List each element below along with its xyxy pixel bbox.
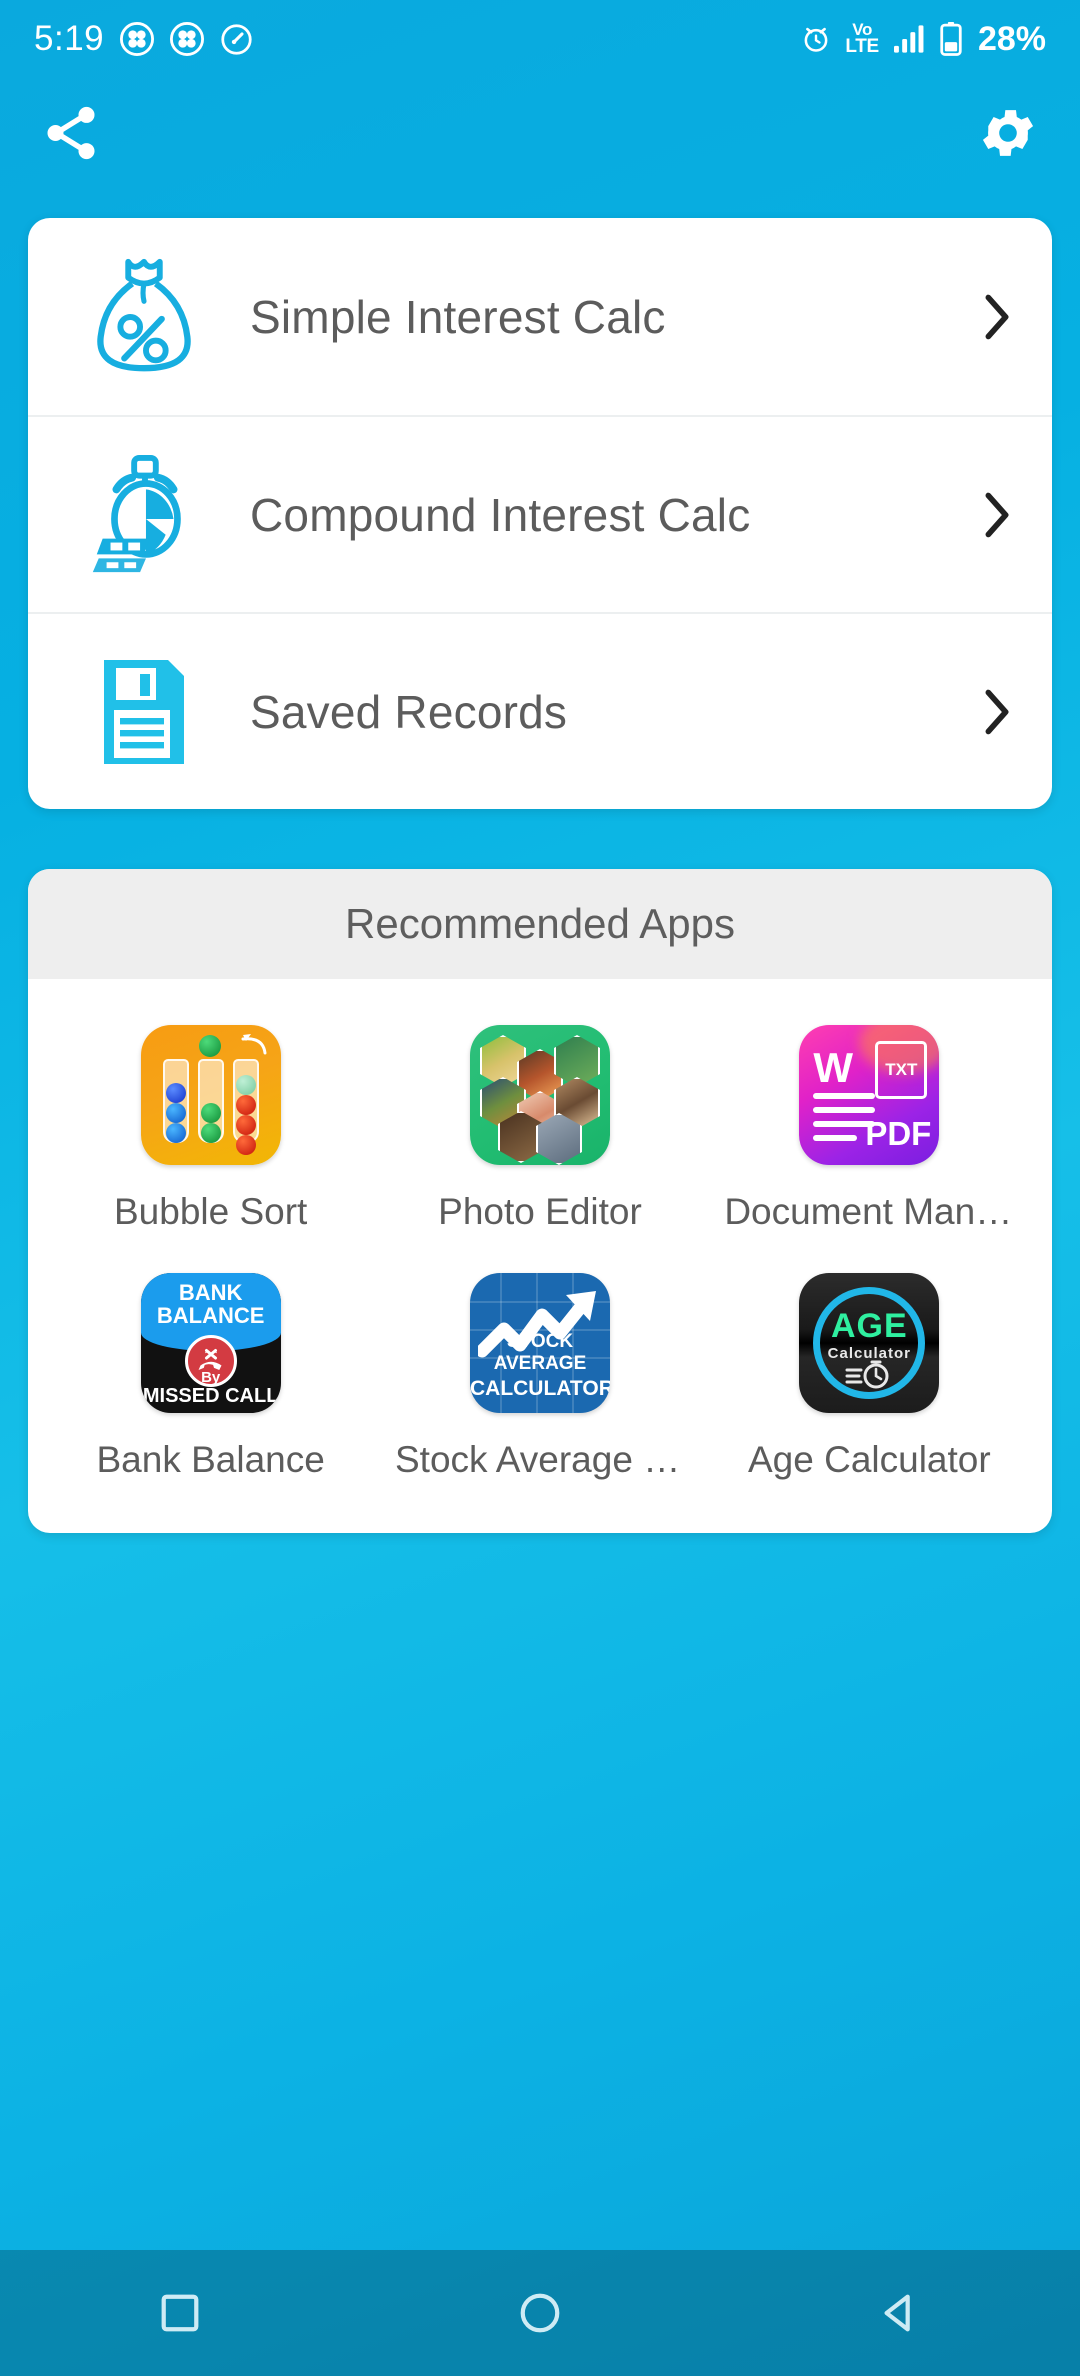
battery-percent-label: 28% (977, 19, 1046, 58)
money-bag-percent-icon (80, 254, 208, 380)
recommended-apps-title: Recommended Apps (28, 869, 1052, 979)
share-icon (40, 102, 102, 164)
recommended-app-bubble-sort[interactable]: Bubble Sort (46, 1013, 375, 1251)
menu-item-label: Saved Records (250, 685, 568, 738)
recommended-app-photo-editor[interactable]: Photo Editor (375, 1013, 704, 1251)
system-navigation-bar (0, 2250, 1080, 2376)
chevron-right-icon (974, 291, 1014, 343)
menu-item-label: Compound Interest Calc (250, 488, 751, 541)
circle-icon (517, 2290, 563, 2336)
home-button[interactable] (517, 2290, 563, 2336)
menu-item-saved-records[interactable]: Saved Records (28, 612, 1052, 809)
triangle-back-icon (877, 2290, 923, 2336)
doc-pdf-label: PDF (865, 1115, 932, 1152)
age-line-1: AGE (830, 1307, 908, 1345)
recommended-app-label: Bank Balance (96, 1439, 325, 1480)
status-bar-right: Vo LTE 28% (800, 20, 1046, 59)
back-button[interactable] (877, 2290, 923, 2336)
recommended-app-document-manager[interactable]: W TXT PDF Document Mana… (705, 1013, 1034, 1251)
status-bar-left: 5:19 (34, 19, 253, 59)
alarm-clock-icon (800, 23, 832, 55)
stock-line-1: STOCK AVERAGE (493, 1331, 587, 1374)
bank-by-label: By (201, 1369, 221, 1387)
recommended-app-age-calculator[interactable]: AGE Calculator Age Calculator (705, 1261, 1034, 1499)
app-toolbar (0, 78, 1080, 188)
status-bar: 5:19 Vo LTE 28% (0, 0, 1080, 78)
share-button[interactable] (40, 102, 102, 164)
stock-average-app-icon: STOCK AVERAGE CALCULATOR (469, 1273, 610, 1413)
speedometer-icon (220, 23, 253, 56)
stock-line-2: CALCULATOR (469, 1377, 610, 1400)
doc-w-letter: W (813, 1044, 853, 1091)
square-icon (157, 2290, 203, 2336)
age-calculator-app-icon: AGE Calculator (799, 1273, 940, 1413)
menu-item-simple-interest[interactable]: Simple Interest Calc (28, 218, 1052, 415)
bank-balance-app-icon: BANK BALANCE By MISSED CALL (140, 1273, 281, 1413)
bank-line-2: BALANCE (156, 1303, 265, 1329)
status-bar-clock: 5:19 (34, 19, 105, 58)
recommended-app-label: Age Calculator (747, 1439, 991, 1480)
settings-button[interactable] (976, 101, 1040, 165)
floppy-disk-icon (80, 656, 208, 768)
gear-icon (976, 101, 1040, 165)
bank-missed-label: MISSED CALL (142, 1385, 279, 1407)
doc-txt-badge: TXT (875, 1041, 928, 1099)
bank-line-1: BANK (178, 1280, 243, 1305)
recents-button[interactable] (157, 2290, 203, 2336)
recommended-apps-grid: Bubble Sort Photo Editor W TXT PDF Docum… (28, 979, 1052, 1507)
chevron-right-icon (974, 686, 1014, 738)
main-menu-card: Simple Interest Calc Compound Interest C… (28, 218, 1052, 809)
recommended-app-label: Document Mana… (724, 1191, 1015, 1232)
photo-editor-app-icon (469, 1025, 610, 1165)
app-cluster-icon (170, 22, 205, 56)
recommended-app-stock-average[interactable]: STOCK AVERAGE CALCULATOR Stock Average C… (375, 1261, 704, 1499)
recommended-apps-card: Recommended Apps Bubble Sort Photo Edito… (28, 869, 1052, 1533)
recommended-app-label: Stock Average Calc (394, 1439, 685, 1480)
document-manager-app-icon: W TXT PDF (799, 1025, 940, 1165)
bank-bottom-banner: By MISSED CALL (141, 1370, 281, 1407)
recommended-app-label: Photo Editor (438, 1191, 642, 1232)
menu-item-compound-interest[interactable]: Compound Interest Calc (28, 415, 1052, 612)
menu-item-label: Simple Interest Calc (250, 290, 666, 343)
recommended-app-bank-balance[interactable]: BANK BALANCE By MISSED CALL Bank Balance (46, 1261, 375, 1499)
signal-bars-icon (892, 24, 926, 54)
recommended-app-label: Bubble Sort (113, 1191, 308, 1232)
volte-icon: Vo LTE (845, 19, 879, 58)
app-cluster-icon (120, 22, 155, 56)
bubble-sort-app-icon (140, 1025, 281, 1165)
chevron-right-icon (974, 489, 1014, 541)
battery-icon (939, 22, 963, 56)
stopwatch-money-icon (80, 452, 208, 578)
